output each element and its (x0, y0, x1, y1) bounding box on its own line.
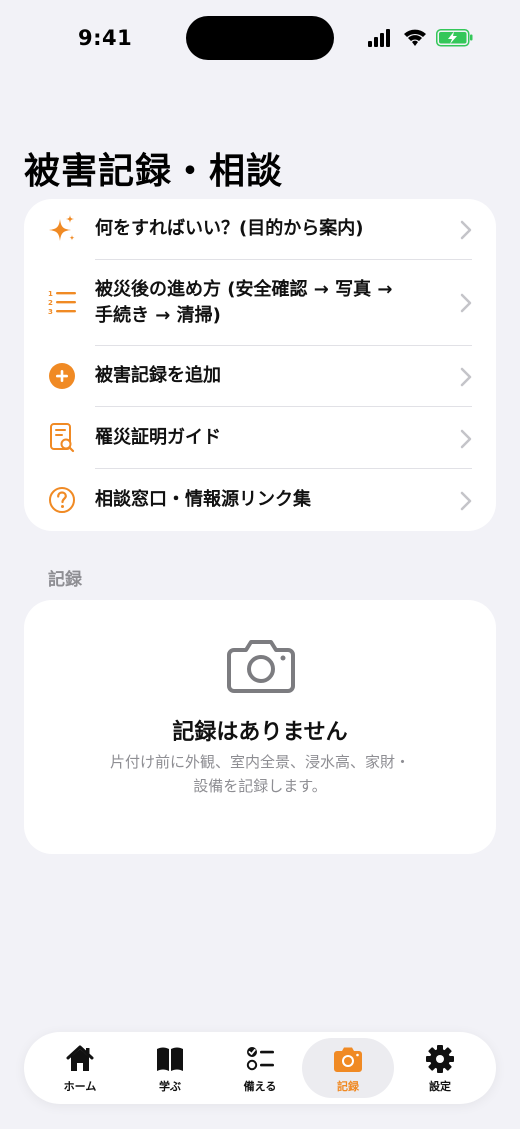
book-icon (157, 1047, 183, 1071)
menu-item-label: 罹災証明ガイド (95, 427, 221, 448)
status-time: 9:41 (78, 26, 133, 50)
menu-card: 何をすればいい？(目的から案内) 1 2 3 被災後の進め方 (安全確認 → 写… (24, 199, 496, 531)
menu-item-add-record[interactable]: 被害記録を追加 (24, 346, 496, 407)
chevron-right-icon (460, 491, 472, 511)
camera-icon (334, 1047, 362, 1072)
question-circle-icon (49, 487, 75, 513)
menu-item-recovery-steps[interactable]: 1 2 3 被災後の進め方 (安全確認 → 写真 → 手続き → 清掃) (24, 260, 496, 346)
cellular-signal-icon (368, 29, 390, 47)
chevron-right-icon (460, 220, 472, 240)
checklist-icon (246, 1047, 274, 1071)
sparkles-icon (49, 215, 75, 241)
tab-home[interactable]: ホーム (34, 1038, 126, 1098)
camera-icon (227, 640, 295, 693)
dynamic-island (186, 16, 334, 60)
tab-label: ホーム (63, 1080, 97, 1093)
empty-records-card: 記録はありません 片付け前に外観、室内全景、浸水高、家財・ 設備を記録します。 (24, 600, 496, 854)
chevron-right-icon (460, 293, 472, 313)
page-title: 被害記録・相談 (24, 151, 284, 192)
tab-settings[interactable]: 設定 (394, 1038, 486, 1098)
tab-bar: ホーム 学ぶ 備える 記録 設定 (24, 1032, 496, 1104)
gear-icon (426, 1045, 454, 1073)
numbered-list-icon: 1 2 3 (48, 290, 76, 316)
plus-circle-icon (49, 363, 75, 389)
chevron-right-icon (460, 367, 472, 387)
menu-item-label-line1: 被災後の進め方 (安全確認 → 写真 → (95, 279, 393, 300)
tab-label: 設定 (429, 1080, 451, 1093)
menu-item-purpose-guide[interactable]: 何をすればいい？(目的から案内) (24, 199, 496, 260)
tab-label: 学ぶ (159, 1080, 181, 1093)
empty-state-description: 片付け前に外観、室内全景、浸水高、家財・ 設備を記録します。 (84, 750, 436, 798)
chevron-right-icon (460, 429, 472, 449)
status-icons (368, 29, 473, 47)
menu-item-certificate-guide[interactable]: 罹災証明ガイド (24, 407, 496, 469)
battery-icon (436, 29, 473, 47)
menu-item-consultation-links[interactable]: 相談窓口・情報源リンク集 (24, 469, 496, 531)
svg-text:3: 3 (48, 308, 53, 316)
records-section-header: 記録 (48, 570, 82, 590)
house-icon (66, 1045, 94, 1071)
menu-item-label: 被害記録を追加 (95, 365, 221, 386)
status-bar: 9:41 (0, 0, 520, 80)
tab-prepare[interactable]: 備える (214, 1038, 306, 1098)
tab-label: 備える (243, 1080, 277, 1093)
empty-state-title: 記録はありません (172, 720, 348, 745)
menu-item-label: 相談窓口・情報源リンク集 (95, 489, 311, 510)
svg-text:1: 1 (48, 290, 53, 298)
wifi-icon (404, 29, 426, 46)
tab-records[interactable]: 記録 (302, 1038, 394, 1098)
tab-label: 記録 (337, 1080, 359, 1093)
menu-item-label-line2: 手続き → 清掃) (95, 305, 221, 326)
empty-desc-line1: 片付け前に外観、室内全景、浸水高、家財・ (109, 753, 410, 771)
menu-item-label: 何をすればいい？(目的から案内) (95, 218, 364, 239)
empty-desc-line2: 設備を記録します。 (193, 777, 327, 795)
svg-text:2: 2 (48, 299, 53, 307)
document-search-icon (50, 423, 75, 453)
tab-learn[interactable]: 学ぶ (124, 1038, 216, 1098)
